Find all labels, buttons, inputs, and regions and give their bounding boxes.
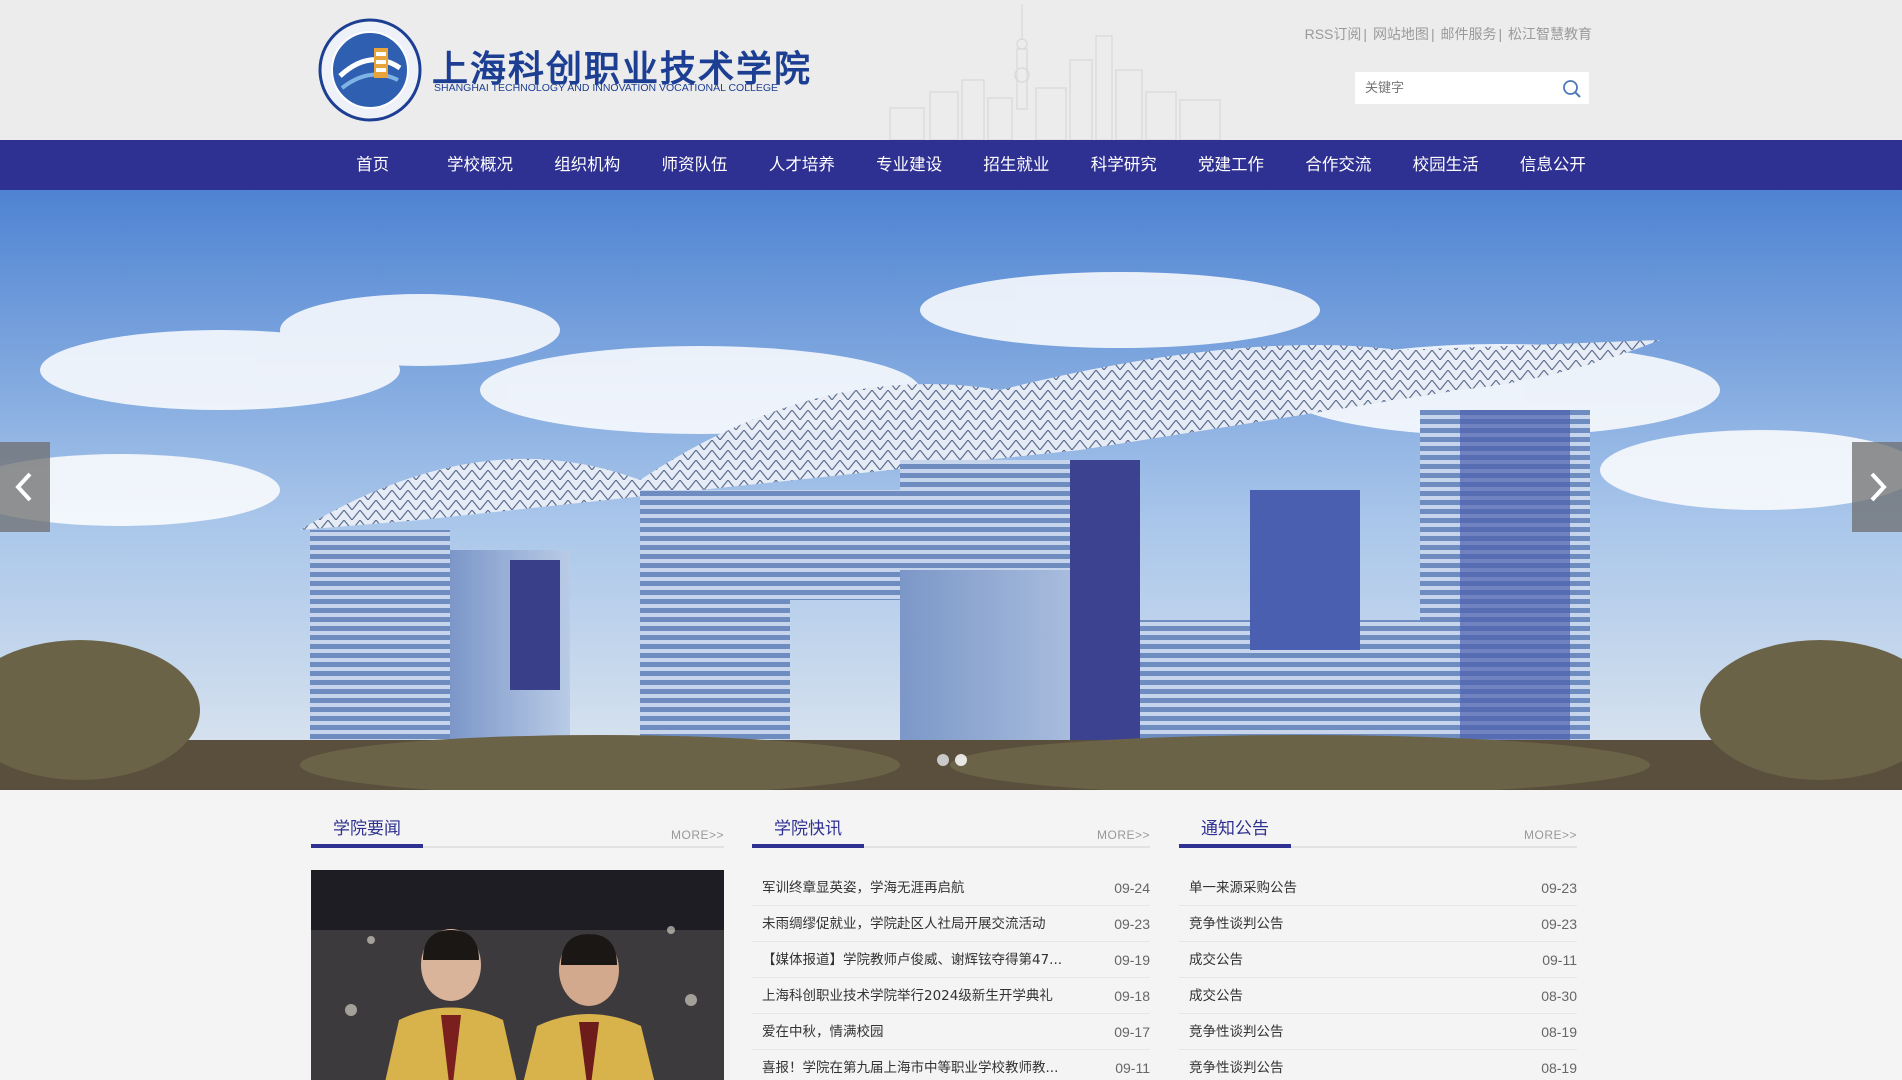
- notices-section: 通知公告 MORE>> 单一来源采购公告 09-23 竞争性谈判公告 09-23 成…: [1179, 818, 1577, 1076]
- item-title: 竞争性谈判公告: [1189, 1024, 1284, 1040]
- list-item[interactable]: 成交公告 09-11: [1179, 942, 1577, 978]
- more-link[interactable]: MORE>>: [1097, 828, 1150, 842]
- item-date: 08-19: [1541, 1024, 1577, 1040]
- banner-prev-button[interactable]: [0, 442, 50, 532]
- college-seal-icon: [318, 18, 422, 122]
- banner-dot[interactable]: [937, 754, 949, 766]
- college-news-section: 学院要闻 MORE>>: [311, 818, 724, 1080]
- section-title[interactable]: 学院快讯: [752, 816, 864, 848]
- nav-item-majors[interactable]: 专业建设: [855, 140, 962, 190]
- section-header: 学院快讯 MORE>>: [752, 818, 1150, 848]
- list-item[interactable]: 喜报！学院在第九届上海市中等职业学校教师教... 09-11: [752, 1050, 1150, 1080]
- list-item[interactable]: 未雨绸缪促就业，学院赴区人社局开展交流活动 09-23: [752, 906, 1150, 942]
- section-title[interactable]: 学院要闻: [311, 816, 423, 848]
- search-icon[interactable]: [1561, 78, 1583, 100]
- nav-item-disclosure[interactable]: 信息公开: [1499, 140, 1606, 190]
- featured-photo: [311, 870, 724, 1080]
- section-title[interactable]: 通知公告: [1179, 816, 1291, 848]
- item-date: 08-19: [1541, 1060, 1577, 1076]
- item-title: 单一来源采购公告: [1189, 880, 1297, 896]
- rss-link[interactable]: RSS订阅: [1305, 26, 1362, 42]
- nav-item-faculty[interactable]: 师资队伍: [641, 140, 748, 190]
- search-box: [1354, 71, 1590, 105]
- nav-item-home[interactable]: 首页: [319, 140, 426, 190]
- sitemap-link[interactable]: 网站地图: [1373, 26, 1429, 42]
- item-date: 09-19: [1114, 952, 1150, 968]
- search-input[interactable]: [1355, 72, 1555, 104]
- flash-list: 军训终章显英姿，学海无涯再启航 09-24 未雨绸缪促就业，学院赴区人社局开展交流…: [752, 870, 1150, 1080]
- item-title: 爱在中秋，情满校园: [762, 1024, 884, 1040]
- site-header: 上海科创职业技术学院 SHANGHAI TECHNOLOGY AND INNOV…: [0, 0, 1902, 140]
- item-date: 09-23: [1114, 916, 1150, 932]
- main-nav: 首页 学校概况 组织机构 师资队伍 人才培养 专业建设 招生就业 科学研究 党建…: [0, 140, 1902, 190]
- item-date: 09-23: [1541, 880, 1577, 896]
- content-area: 学院要闻 MORE>> 学院快讯 MORE>> 军训终章显英姿，学海无涯再启航 …: [0, 790, 1902, 1080]
- item-date: 09-11: [1542, 952, 1577, 968]
- nav-item-cooperation[interactable]: 合作交流: [1285, 140, 1392, 190]
- smart-education-link[interactable]: 松江智慧教育: [1508, 26, 1592, 42]
- list-item[interactable]: 军训终章显英姿，学海无涯再启航 09-24: [752, 870, 1150, 906]
- notices-list: 单一来源采购公告 09-23 竞争性谈判公告 09-23 成交公告 09-11 成交公…: [1179, 870, 1577, 1080]
- list-item[interactable]: 上海科创职业技术学院举行2024级新生开学典礼 09-18: [752, 978, 1150, 1014]
- item-title: 成交公告: [1189, 988, 1243, 1004]
- item-title: 未雨绸缪促就业，学院赴区人社局开展交流活动: [762, 916, 1046, 932]
- list-item[interactable]: 竞争性谈判公告 09-23: [1179, 906, 1577, 942]
- item-date: 08-30: [1541, 988, 1577, 1004]
- nav-item-campus-life[interactable]: 校园生活: [1392, 140, 1499, 190]
- nav-item-party[interactable]: 党建工作: [1177, 140, 1284, 190]
- list-item[interactable]: 竞争性谈判公告 08-19: [1179, 1050, 1577, 1080]
- list-item[interactable]: 竞争性谈判公告 08-19: [1179, 1014, 1577, 1050]
- mail-link[interactable]: 邮件服务: [1440, 26, 1496, 42]
- section-header: 学院要闻 MORE>>: [311, 818, 724, 848]
- banner-dot[interactable]: [955, 754, 967, 766]
- section-header: 通知公告 MORE>>: [1179, 818, 1577, 848]
- item-title: 军训终章显英姿，学海无涯再启航: [762, 880, 965, 896]
- nav-item-education[interactable]: 人才培养: [748, 140, 855, 190]
- banner-pagination: [937, 754, 967, 766]
- item-date: 09-23: [1541, 916, 1577, 932]
- banner-next-button[interactable]: [1852, 442, 1902, 532]
- nav-item-organization[interactable]: 组织机构: [534, 140, 641, 190]
- item-title: 上海科创职业技术学院举行2024级新生开学典礼: [762, 988, 1053, 1004]
- more-link[interactable]: MORE>>: [1524, 828, 1577, 842]
- skyline-illustration: [889, 4, 1221, 140]
- campus-building-image: [0, 190, 1902, 790]
- list-item[interactable]: 成交公告 08-30: [1179, 978, 1577, 1014]
- item-date: 09-24: [1114, 880, 1150, 896]
- college-name-en: SHANGHAI TECHNOLOGY AND INNOVATION VOCAT…: [434, 82, 779, 94]
- item-title: 成交公告: [1189, 952, 1243, 968]
- item-title: 竞争性谈判公告: [1189, 916, 1284, 932]
- more-link[interactable]: MORE>>: [671, 828, 724, 842]
- hero-banner: [0, 190, 1902, 790]
- nav-item-research[interactable]: 科学研究: [1070, 140, 1177, 190]
- top-links: RSS订阅 | 网站地图 | 邮件服务 | 松江智慧教育: [1304, 26, 1592, 42]
- college-flash-section: 学院快讯 MORE>> 军训终章显英姿，学海无涯再启航 09-24 未雨绸缪促就业…: [752, 818, 1150, 1076]
- college-logo[interactable]: 上海科创职业技术学院 SHANGHAI TECHNOLOGY AND INNOV…: [318, 18, 810, 122]
- item-date: 09-11: [1115, 1060, 1150, 1076]
- item-date: 09-17: [1114, 1024, 1150, 1040]
- item-title: 【媒体报道】学院教师卢俊威、谢辉铉夺得第47...: [762, 952, 1063, 968]
- chevron-left-icon: [15, 472, 32, 502]
- list-item[interactable]: 单一来源采购公告 09-23: [1179, 870, 1577, 906]
- item-title: 竞争性谈判公告: [1189, 1060, 1284, 1076]
- chevron-right-icon: [1870, 472, 1887, 502]
- nav-item-about[interactable]: 学校概况: [426, 140, 533, 190]
- list-item[interactable]: 【媒体报道】学院教师卢俊威、谢辉铉夺得第47... 09-19: [752, 942, 1150, 978]
- featured-news-image[interactable]: [311, 870, 724, 1080]
- item-title: 喜报！学院在第九届上海市中等职业学校教师教...: [762, 1060, 1059, 1076]
- list-item[interactable]: 爱在中秋，情满校园 09-17: [752, 1014, 1150, 1050]
- nav-item-admissions[interactable]: 招生就业: [963, 140, 1070, 190]
- item-date: 09-18: [1114, 988, 1150, 1004]
